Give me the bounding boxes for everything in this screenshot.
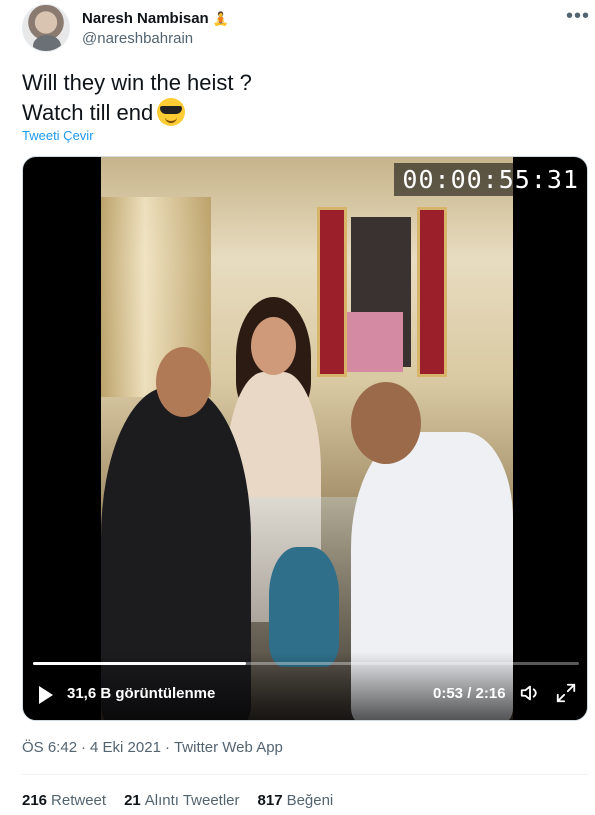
- translate-tweet-link[interactable]: Tweeti Çevir: [22, 128, 94, 143]
- likes-label: Beğeni: [286, 792, 334, 809]
- author-handle[interactable]: @nareshbahrain: [82, 30, 193, 47]
- quotes-count: 21: [124, 792, 141, 809]
- pink-display-box: [347, 312, 403, 372]
- woman-face: [251, 317, 296, 375]
- tweet-text: Will they win the heist ? Watch till end: [22, 68, 252, 128]
- progress-bar[interactable]: [33, 662, 579, 665]
- video-controls: 31,6 B görüntülenme 0:53 / 2:16: [23, 652, 587, 720]
- volume-icon[interactable]: [519, 682, 541, 704]
- tweet-stats: 216 Retweet 21 Alıntı Tweetler 817 Beğeni: [22, 792, 333, 809]
- retweets-stat[interactable]: 216 Retweet: [22, 792, 106, 809]
- video-frame[interactable]: [101, 157, 513, 720]
- man-in-suit-head: [156, 347, 211, 417]
- likes-count: 817: [257, 792, 283, 809]
- playback-time: 0:53 / 2:16: [433, 685, 506, 702]
- quote-tweets-stat[interactable]: 21 Alıntı Tweetler: [124, 792, 239, 809]
- tweet-line-2: Watch till end: [22, 98, 252, 128]
- tweet-time[interactable]: ÖS 6:42: [22, 739, 77, 756]
- author-avatar[interactable]: [22, 4, 70, 52]
- man-in-white-shirt-head: [351, 382, 421, 464]
- meta-separator: ·: [81, 739, 87, 756]
- video-timecode-overlay: 00:00:55:31: [394, 163, 587, 196]
- tweet-source[interactable]: Twitter Web App: [174, 739, 283, 756]
- play-icon[interactable]: [39, 686, 53, 704]
- author-display-name[interactable]: Naresh Nambisan: [82, 10, 209, 27]
- tweet-date[interactable]: 4 Eki 2021: [90, 739, 161, 756]
- view-count: 31,6 B görüntülenme: [67, 685, 216, 702]
- more-options-icon[interactable]: •••: [566, 6, 590, 26]
- retweets-label: Retweet: [51, 792, 107, 809]
- shop-banner: [317, 207, 347, 377]
- tweet-line-1: Will they win the heist ?: [22, 70, 252, 95]
- fullscreen-icon[interactable]: [555, 682, 577, 704]
- quotes-label: Alıntı Tweetler: [144, 792, 240, 809]
- tweet-line-2-text: Watch till end: [22, 100, 154, 125]
- video-player[interactable]: 00:00:55:31 31,6 B görüntülenme 0:53 / 2…: [22, 156, 588, 721]
- tweet-meta: ÖS 6:42 · 4 Eki 2021 · Twitter Web App: [22, 739, 283, 756]
- progress-bar-fill: [33, 662, 246, 665]
- likes-stat[interactable]: 817 Beğeni: [258, 792, 334, 809]
- meditation-emoji-icon: 🧘: [212, 10, 229, 26]
- author-name-row[interactable]: Naresh Nambisan 🧘: [82, 10, 229, 27]
- shop-banner: [417, 207, 447, 377]
- retweets-count: 216: [22, 792, 48, 809]
- divider: [22, 774, 588, 775]
- jewelry-mannequin: [269, 547, 339, 667]
- meta-separator: ·: [164, 739, 170, 756]
- sunglasses-emoji-icon: [157, 98, 186, 127]
